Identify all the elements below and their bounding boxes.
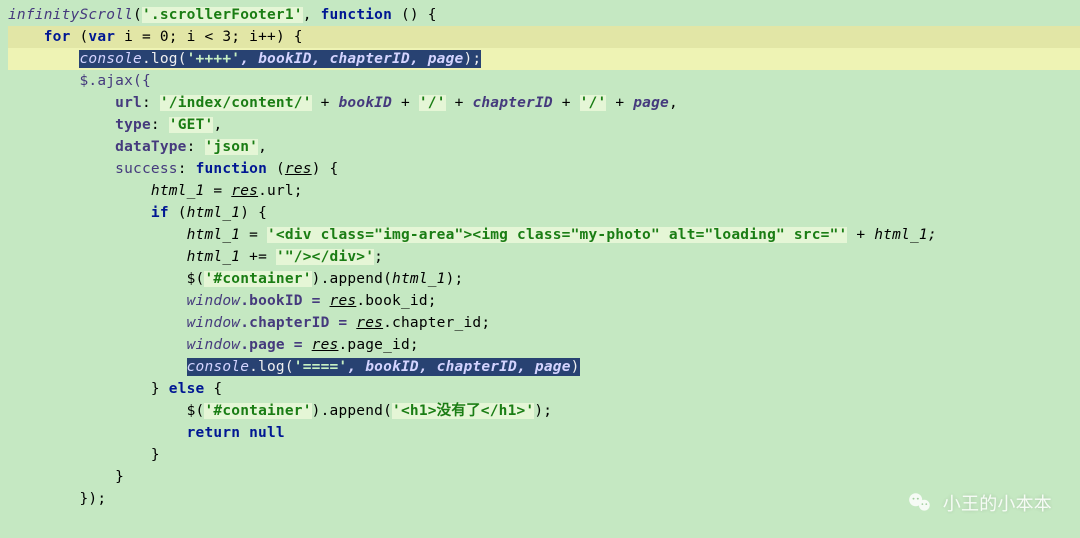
- code-line: html_1 += '"/></div>';: [8, 249, 383, 265]
- code-line: });: [8, 491, 106, 507]
- code-line: url: '/index/content/' + bookID + '/' + …: [8, 95, 678, 111]
- code-line: console.log('====', bookID, chapterID, p…: [8, 358, 580, 376]
- highlighted-console-log: console.log('++++', bookID, chapterID, p…: [79, 50, 481, 68]
- fn-infinityScroll: infinityScroll: [8, 7, 133, 23]
- code-line: success: function (res) {: [8, 161, 338, 177]
- code-line: infinityScroll('.scrollerFooter1', funct…: [8, 7, 437, 23]
- code-line: $('#container').append('<h1>没有了</h1>');: [8, 403, 552, 419]
- code-editor[interactable]: infinityScroll('.scrollerFooter1', funct…: [0, 0, 1080, 538]
- code-line: type: 'GET',: [8, 117, 222, 133]
- wechat-icon: [907, 490, 933, 516]
- code-line: if (html_1) {: [8, 205, 267, 221]
- code-line: }: [8, 447, 160, 463]
- code-line: for (var i = 0; i < 3; i++) {: [8, 26, 1080, 48]
- code-line: window.bookID = res.book_id;: [8, 293, 437, 309]
- code-line: $.ajax({: [8, 73, 151, 89]
- code-line: }: [8, 469, 124, 485]
- watermark: 小王的小本本: [907, 490, 1052, 516]
- code-line: window.page = res.page_id;: [8, 337, 419, 353]
- code-line: } else {: [8, 381, 222, 397]
- highlighted-console-log: console.log('====', bookID, chapterID, p…: [187, 358, 580, 376]
- watermark-text: 小王的小本本: [943, 490, 1052, 516]
- code-line: console.log('++++', bookID, chapterID, p…: [8, 48, 1080, 70]
- code-line: $('#container').append(html_1);: [8, 271, 464, 287]
- code-line: return null: [8, 425, 285, 441]
- code-line: window.chapterID = res.chapter_id;: [8, 315, 490, 331]
- code-line: html_1 = res.url;: [8, 183, 303, 199]
- code-line: html_1 = '<div class="img-area"><img cla…: [8, 227, 937, 243]
- code-line: dataType: 'json',: [8, 139, 267, 155]
